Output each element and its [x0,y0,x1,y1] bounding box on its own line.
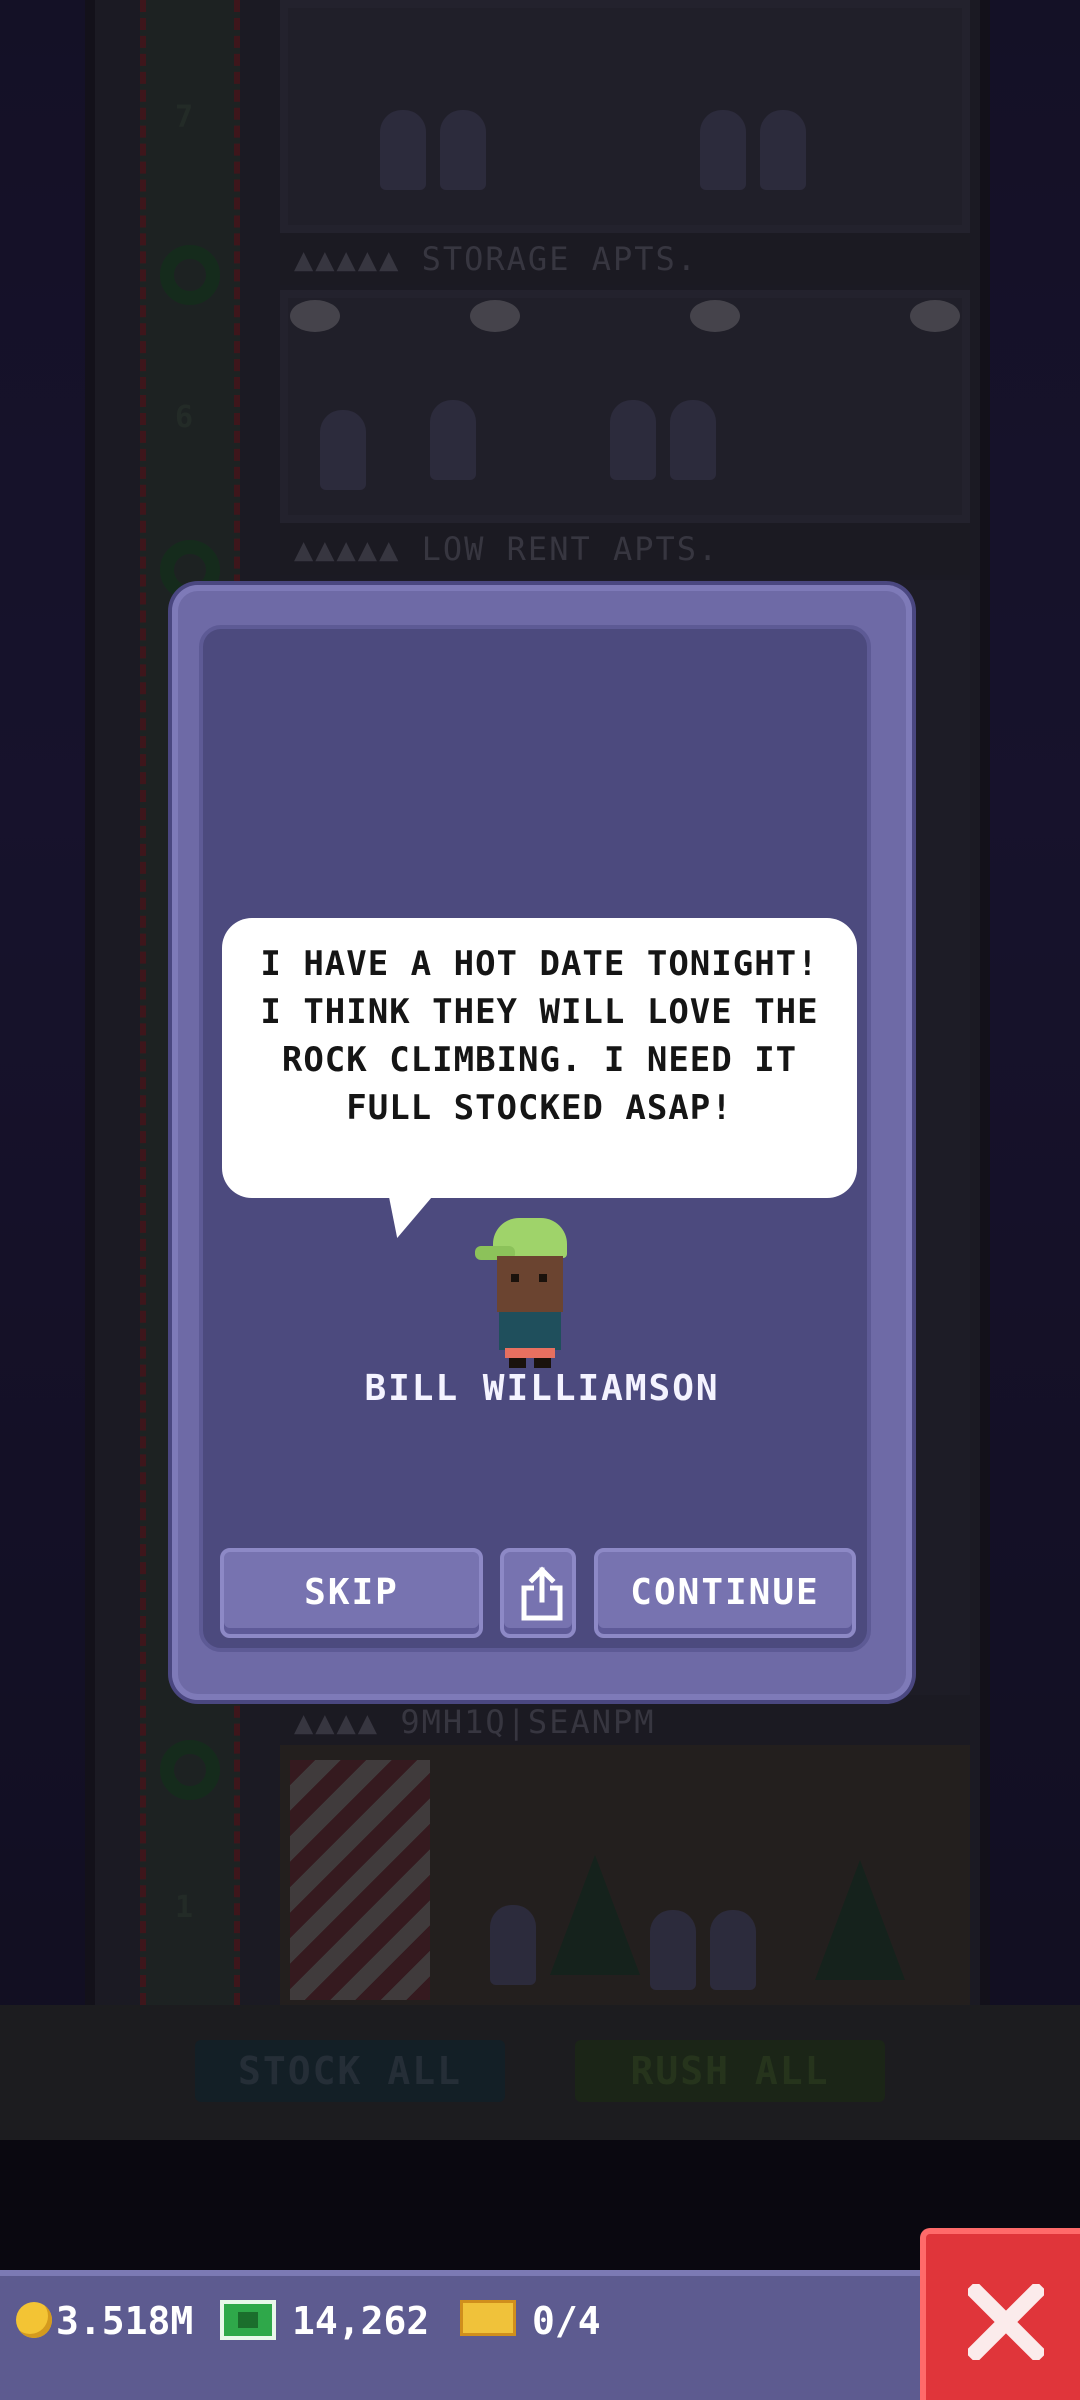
npc-name: BILL WILLIAMSON [364,1368,720,1409]
share-icon [521,1566,563,1621]
coins-balance: 3.518M [56,2299,194,2343]
bux-balance: 14,262 [292,2299,430,2343]
close-icon [968,2284,1044,2360]
speech-bubble: I HAVE A HOT DATE TONIGHT! I THINK THEY … [222,918,857,1198]
coin-icon [16,2302,52,2338]
bux-icon [220,2300,276,2340]
ticket-icon [460,2300,516,2336]
share-button[interactable] [500,1548,576,1638]
skip-button[interactable]: SKIP [220,1548,483,1638]
continue-button[interactable]: CONTINUE [594,1548,856,1638]
tickets-count: 0/4 [532,2299,601,2343]
close-button[interactable] [920,2228,1080,2400]
npc-avatar [475,1218,585,1368]
